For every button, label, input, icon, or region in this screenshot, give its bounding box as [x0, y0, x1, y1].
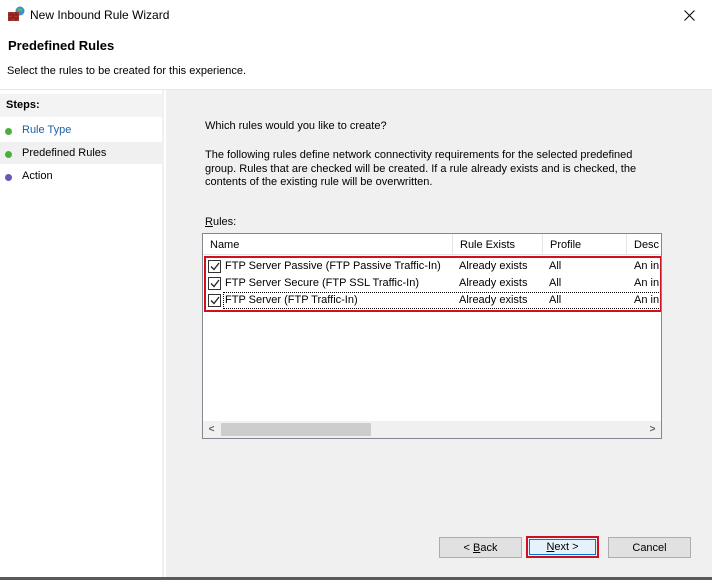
chevron-left-icon: < — [208, 424, 215, 435]
title-bar: New Inbound Rule Wizard — [0, 0, 712, 30]
cell-rule-exists: Already exists — [459, 260, 528, 272]
cell-profile: All — [549, 277, 562, 289]
next-access-key: N — [546, 541, 555, 553]
close-icon — [683, 9, 695, 21]
question-text: Which rules would you like to create? — [205, 120, 387, 132]
firewall-globe-icon — [8, 6, 26, 22]
cell-description: An in — [634, 294, 659, 306]
close-button[interactable] — [666, 0, 712, 30]
column-header-rule-exists[interactable]: Rule Exists — [453, 234, 543, 255]
rules-label: Rules: — [205, 216, 236, 228]
row-checkbox[interactable] — [208, 277, 221, 290]
back-access-key: B — [473, 541, 481, 554]
rules-label-text: ules: — [212, 216, 237, 228]
next-button[interactable]: Next > — [526, 536, 599, 558]
rules-label-access-key: R — [205, 216, 213, 228]
cell-description: An in — [634, 277, 659, 289]
step-current-icon — [5, 151, 12, 158]
table-row[interactable]: FTP Server (FTP Traffic-In) Already exis… — [203, 292, 661, 309]
row-checkbox[interactable] — [208, 260, 221, 273]
back-label: ack — [480, 541, 498, 554]
list-header: Name Rule Exists Profile Desc — [203, 234, 661, 255]
step-predefined-rules[interactable]: Predefined Rules — [0, 142, 162, 164]
description-text: The following rules define network conne… — [205, 149, 637, 188]
cell-name: FTP Server Passive (FTP Passive Traffic-… — [225, 260, 441, 272]
cell-rule-exists: Already exists — [459, 277, 528, 289]
chevron-right-icon: > — [649, 424, 656, 435]
checkmark-icon — [210, 279, 220, 288]
scroll-left-button[interactable]: < — [203, 421, 220, 438]
cell-rule-exists: Already exists — [459, 294, 528, 306]
window-title: New Inbound Rule Wizard — [30, 8, 170, 22]
wizard-header: Predefined Rules Select the rules to be … — [0, 30, 712, 88]
step-label: Action — [22, 170, 53, 182]
cell-name: FTP Server Secure (FTP SSL Traffic-In) — [225, 277, 419, 289]
column-header-profile[interactable]: Profile — [543, 234, 627, 255]
column-header-name[interactable]: Name — [203, 234, 453, 255]
step-label: Predefined Rules — [22, 147, 107, 159]
scroll-right-button[interactable]: > — [644, 421, 661, 438]
row-checkbox[interactable] — [208, 294, 221, 307]
checkmark-icon — [210, 262, 220, 271]
page-subtitle: Select the rules to be created for this … — [7, 65, 247, 77]
cancel-button[interactable]: Cancel — [608, 537, 691, 558]
cell-name: FTP Server (FTP Traffic-In) — [225, 294, 358, 306]
column-header-description[interactable]: Desc — [627, 234, 661, 255]
step-pending-icon — [5, 174, 12, 181]
cell-description: An in — [634, 260, 659, 272]
checkmark-icon — [210, 296, 220, 305]
step-completed-icon — [5, 128, 12, 135]
cell-profile: All — [549, 294, 562, 306]
next-button-focus: Next > — [529, 539, 596, 555]
cell-profile: All — [549, 260, 562, 272]
table-row[interactable]: FTP Server Passive (FTP Passive Traffic-… — [203, 258, 661, 275]
horizontal-scrollbar[interactable]: < > — [203, 421, 661, 438]
scroll-thumb[interactable] — [221, 423, 371, 436]
wizard-window: New Inbound Rule Wizard Predefined Rules… — [0, 0, 712, 580]
next-label: ext > — [554, 541, 579, 553]
back-prefix: < — [463, 541, 473, 554]
back-button[interactable]: < Back — [439, 537, 522, 558]
steps-label: Steps: — [0, 94, 162, 117]
page-title: Predefined Rules — [8, 38, 115, 53]
step-label: Rule Type — [22, 124, 72, 136]
rules-list[interactable]: Name Rule Exists Profile Desc FTP Server… — [202, 233, 662, 439]
step-action[interactable]: Action — [0, 165, 162, 187]
step-rule-type[interactable]: Rule Type — [0, 119, 162, 141]
table-row[interactable]: FTP Server Secure (FTP SSL Traffic-In) A… — [203, 275, 661, 292]
steps-sidebar: Steps: Rule Type Predefined Rules Action — [0, 90, 164, 580]
main-panel: Which rules would you like to create? Th… — [166, 90, 712, 580]
